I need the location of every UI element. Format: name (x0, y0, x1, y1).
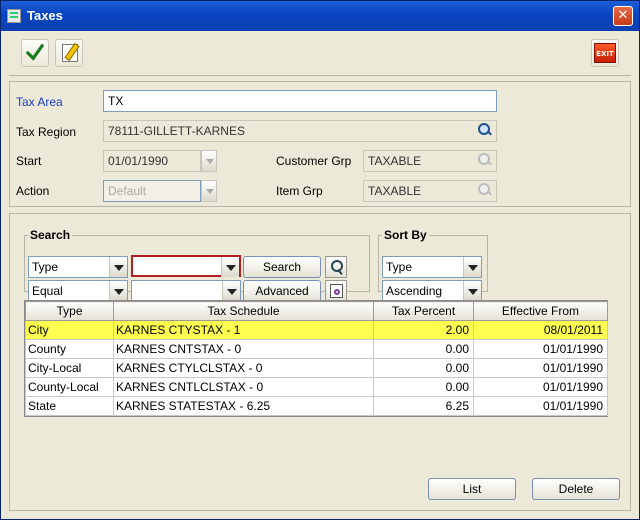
cell-percent: 2.00 (373, 320, 474, 340)
tax-schedule-table: Type Tax Schedule Tax Percent Effective … (25, 301, 608, 416)
cell-schedule: KARNES CNTSTAX - 0 (113, 339, 374, 359)
tax-region-label: Tax Region (16, 125, 77, 139)
advanced-search-icon (330, 284, 343, 298)
cell-type: County-Local (25, 377, 114, 397)
search-legend: Search (30, 228, 71, 242)
customer-grp-value: TAXABLE (368, 154, 422, 168)
search-group: Search Type Search Equal Advanced (24, 228, 370, 302)
start-label: Start (16, 154, 42, 168)
cell-schedule: KARNES STATESTAX - 6.25 (113, 396, 374, 416)
chevron-down-icon[interactable] (222, 281, 240, 301)
tax-area-label: Tax Area (16, 95, 63, 109)
cell-percent: 0.00 (373, 339, 474, 359)
exit-icon: EXIT (594, 43, 616, 63)
close-icon: ✕ (617, 8, 629, 23)
advanced-search-icon-button[interactable] (325, 280, 347, 302)
toolbar: EXIT (9, 37, 631, 76)
edit-button[interactable] (55, 39, 83, 67)
edit-pencil-icon (62, 44, 78, 62)
table-row[interactable]: County KARNES CNTSTAX - 0 0.00 01/01/199… (25, 339, 608, 359)
table-row[interactable]: State KARNES STATESTAX - 6.25 6.25 01/01… (25, 396, 608, 416)
cell-effective: 01/01/1990 (473, 396, 608, 416)
chevron-down-icon[interactable] (463, 281, 481, 301)
sort-field-select[interactable]: Type (382, 256, 482, 278)
start-date-field[interactable]: 01/01/1990 (103, 150, 201, 172)
table-row[interactable]: City-Local KARNES CTYLCLSTAX - 0 0.00 01… (25, 358, 608, 378)
tax-region-value: 78111-GILLETT-KARNES (108, 124, 245, 138)
customer-grp-lookup-icon[interactable] (478, 153, 492, 167)
sort-order-value: Ascending (386, 284, 443, 298)
delete-button-label: Delete (558, 482, 594, 496)
customer-grp-label: Customer Grp (276, 154, 352, 168)
tax-area-input[interactable]: TX (103, 90, 497, 112)
exit-button[interactable]: EXIT (591, 39, 619, 67)
sort-order-select[interactable]: Ascending (382, 280, 482, 302)
close-button[interactable]: ✕ (613, 6, 633, 26)
tax-region-field[interactable]: 78111-GILLETT-KARNES (103, 120, 497, 142)
cell-effective: 08/01/2011 (473, 320, 608, 340)
search-criteria2-select[interactable] (131, 280, 241, 302)
advanced-button[interactable]: Advanced (243, 280, 321, 302)
cell-schedule: KARNES CTYSTAX - 1 (113, 320, 374, 340)
chevron-down-icon[interactable] (463, 257, 481, 277)
column-header-tax-percent[interactable]: Tax Percent (373, 301, 474, 321)
chevron-down-icon[interactable] (109, 281, 127, 301)
search-operator-value: Equal (32, 284, 63, 298)
sort-by-legend: Sort By (384, 228, 427, 242)
cell-percent: 0.00 (373, 377, 474, 397)
table-row[interactable]: County-Local KARNES CNTLCLSTAX - 0 0.00 … (25, 377, 608, 397)
item-grp-value: TAXABLE (368, 184, 422, 198)
item-grp-label: Item Grp (276, 184, 323, 198)
chevron-down-icon[interactable] (221, 257, 239, 277)
search-field-value: Type (32, 260, 59, 274)
column-header-tax-schedule[interactable]: Tax Schedule (113, 301, 374, 321)
chevron-down-icon[interactable] (109, 257, 127, 277)
sort-field-value: Type (386, 260, 413, 274)
list-button-label: List (462, 482, 482, 496)
cell-effective: 01/01/1990 (473, 339, 608, 359)
search-results-panel: Search Type Search Equal Advanced Sort B… (9, 213, 631, 511)
action-field[interactable]: Default (103, 180, 201, 202)
search-operator-select[interactable]: Equal (28, 280, 128, 302)
start-date-dropdown[interactable] (201, 150, 217, 172)
list-button[interactable]: List (428, 478, 516, 500)
tax-region-lookup-icon[interactable] (478, 123, 492, 137)
find-icon (331, 260, 343, 274)
cell-effective: 01/01/1990 (473, 358, 608, 378)
cell-type: State (25, 396, 114, 416)
window-app-icon (7, 9, 21, 23)
sort-by-group: Sort By Type Ascending (378, 228, 488, 302)
title-bar: Taxes ✕ (1, 1, 639, 31)
table-row[interactable]: City KARNES CTYSTAX - 1 2.00 08/01/2011 (25, 320, 608, 340)
save-button[interactable] (21, 39, 49, 67)
cell-effective: 01/01/1990 (473, 377, 608, 397)
cell-schedule: KARNES CTYLCLSTAX - 0 (113, 358, 374, 378)
search-field-select[interactable]: Type (28, 256, 128, 278)
tax-schedule-grid: Type Tax Schedule Tax Percent Effective … (24, 300, 608, 417)
table-header-row: Type Tax Schedule Tax Percent Effective … (25, 301, 608, 321)
item-grp-lookup-icon[interactable] (478, 183, 492, 197)
cell-schedule: KARNES CNTLCLSTAX - 0 (113, 377, 374, 397)
customer-grp-field[interactable]: TAXABLE (363, 150, 497, 172)
search-criteria-select[interactable] (131, 255, 241, 277)
action-label: Action (16, 184, 50, 198)
column-header-effective-from[interactable]: Effective From (473, 301, 608, 321)
cell-type: City (25, 320, 114, 340)
window-title: Taxes (27, 8, 63, 23)
cell-percent: 6.25 (373, 396, 474, 416)
cell-type: City-Local (25, 358, 114, 378)
checkmark-icon (26, 44, 44, 61)
taxes-window: Taxes ✕ EXIT Tax Area TX Tax Region 7811… (0, 0, 640, 520)
cell-percent: 0.00 (373, 358, 474, 378)
search-button[interactable]: Search (243, 256, 321, 278)
action-dropdown[interactable] (201, 180, 217, 202)
column-header-type[interactable]: Type (25, 301, 114, 321)
tax-header-panel: Tax Area TX Tax Region 78111-GILLETT-KAR… (9, 81, 631, 207)
item-grp-field[interactable]: TAXABLE (363, 180, 497, 202)
cell-type: County (25, 339, 114, 359)
find-button[interactable] (325, 256, 347, 278)
delete-button[interactable]: Delete (532, 478, 620, 500)
